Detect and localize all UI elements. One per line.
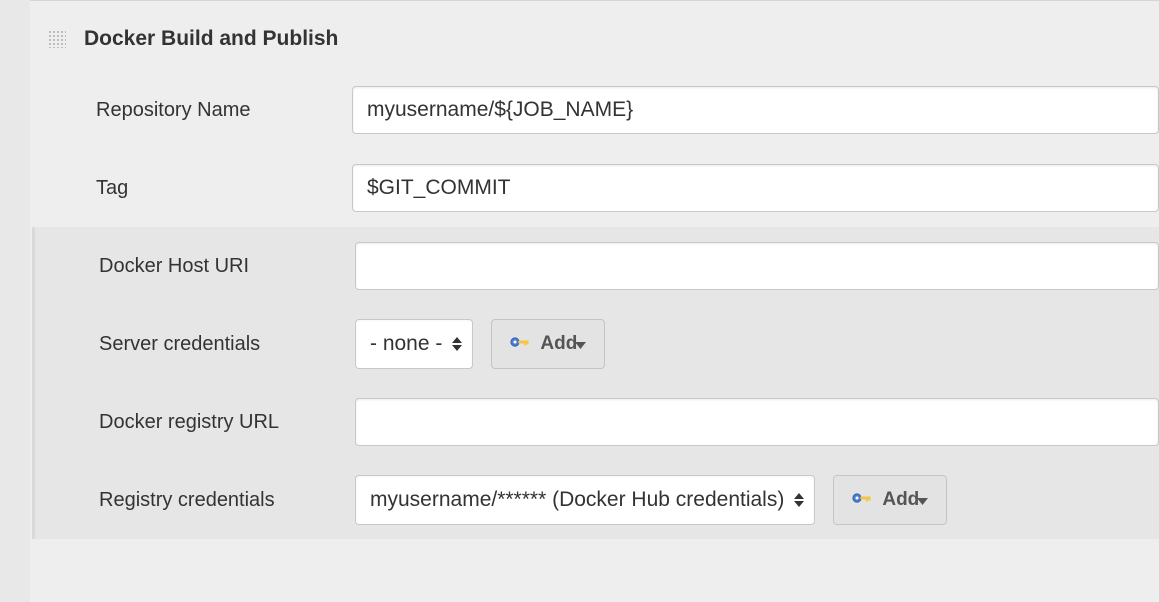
select-registry-credentials[interactable]: myusername/****** (Docker Hub credential… <box>355 475 815 525</box>
select-registry-credentials-value: myusername/****** (Docker Hub credential… <box>370 488 784 512</box>
chevron-down-icon <box>575 333 586 355</box>
select-arrows-icon <box>452 337 462 351</box>
drag-handle-icon[interactable] <box>48 30 66 48</box>
label-server-credentials: Server credentials <box>99 333 355 356</box>
chevron-down-icon <box>917 489 928 511</box>
build-step-panel: Docker Build and Publish Repository Name… <box>30 0 1160 602</box>
section-header: Docker Build and Publish <box>30 1 1159 71</box>
row-tag: Tag <box>30 149 1159 227</box>
row-docker-registry-url: Docker registry URL <box>35 383 1159 461</box>
row-registry-credentials: Registry credentials myusername/****** (… <box>35 461 1159 539</box>
input-docker-host-uri[interactable] <box>355 242 1159 290</box>
row-docker-host-uri: Docker Host URI <box>35 227 1159 305</box>
row-repository-name: Repository Name <box>30 71 1159 149</box>
input-repository-name[interactable] <box>352 86 1159 134</box>
key-icon <box>852 489 872 511</box>
select-server-credentials[interactable]: - none - <box>355 319 473 369</box>
add-registry-credentials-label: Add <box>882 489 919 511</box>
input-docker-registry-url[interactable] <box>355 398 1159 446</box>
label-docker-registry-url: Docker registry URL <box>99 411 355 434</box>
key-icon <box>510 333 530 355</box>
select-arrows-icon <box>794 493 804 507</box>
label-registry-credentials: Registry credentials <box>99 489 355 512</box>
row-server-credentials: Server credentials - none - <box>35 305 1159 383</box>
label-repository-name: Repository Name <box>96 99 352 122</box>
add-server-credentials-label: Add <box>540 333 577 355</box>
select-server-credentials-value: - none - <box>370 332 442 356</box>
advanced-region: Docker Host URI Server credentials - non… <box>32 227 1159 539</box>
add-registry-credentials-button[interactable]: Add <box>833 475 947 525</box>
section-title: Docker Build and Publish <box>84 27 338 51</box>
input-tag[interactable] <box>352 164 1159 212</box>
label-docker-host-uri: Docker Host URI <box>99 255 355 278</box>
add-server-credentials-button[interactable]: Add <box>491 319 605 369</box>
label-tag: Tag <box>96 177 352 200</box>
